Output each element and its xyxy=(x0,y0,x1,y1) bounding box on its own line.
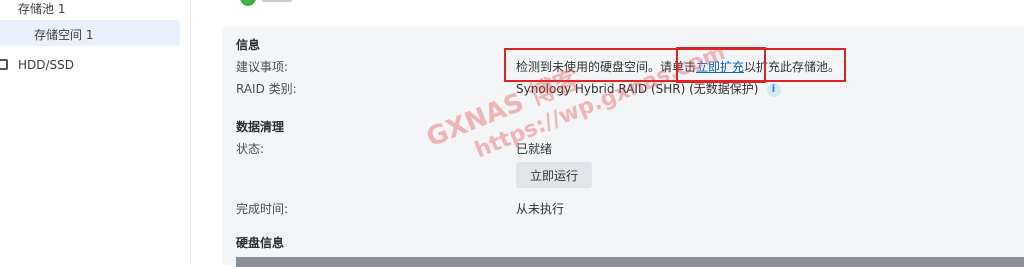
highlight-box-suggestion xyxy=(504,48,846,82)
raid-type-text: Synology Hybrid RAID (SHR) (无数据保护) xyxy=(516,82,759,96)
info-section-title: 信息 xyxy=(236,38,261,52)
finish-time-value: 从未执行 xyxy=(516,202,565,216)
sidebar-item-label: 存储空间 1 xyxy=(34,28,94,42)
sidebar-item-storage-pool[interactable]: 存储池 1 xyxy=(18,0,65,17)
header-strip xyxy=(192,0,1024,14)
disk-table-header xyxy=(236,257,1024,267)
info-icon[interactable]: i xyxy=(766,82,781,97)
sidebar-item-volume[interactable]: 存储空间 1 xyxy=(0,20,180,46)
sidebar: 存储池 1 存储空间 1 HDD/SSD xyxy=(0,0,191,265)
sidebar-item-label: HDD/SSD xyxy=(18,58,75,72)
highlight-box-link xyxy=(676,47,766,83)
sidebar-item-label: 存储池 1 xyxy=(18,2,66,16)
data-scrubbing-section-title: 数据清理 xyxy=(236,120,285,134)
scrub-status-value: 已就绪 xyxy=(516,142,553,156)
status-text xyxy=(262,0,292,2)
raid-type-label: RAID 类别: xyxy=(236,82,297,96)
run-now-button[interactable]: 立即运行 xyxy=(516,162,592,188)
finish-time-label: 完成时间: xyxy=(236,202,289,216)
hard-drive-icon xyxy=(0,59,8,70)
disk-info-section-title: 硬盘信息 xyxy=(236,236,285,250)
scrub-status-label: 状态: xyxy=(236,142,265,156)
suggestion-label: 建议事项: xyxy=(236,60,289,74)
